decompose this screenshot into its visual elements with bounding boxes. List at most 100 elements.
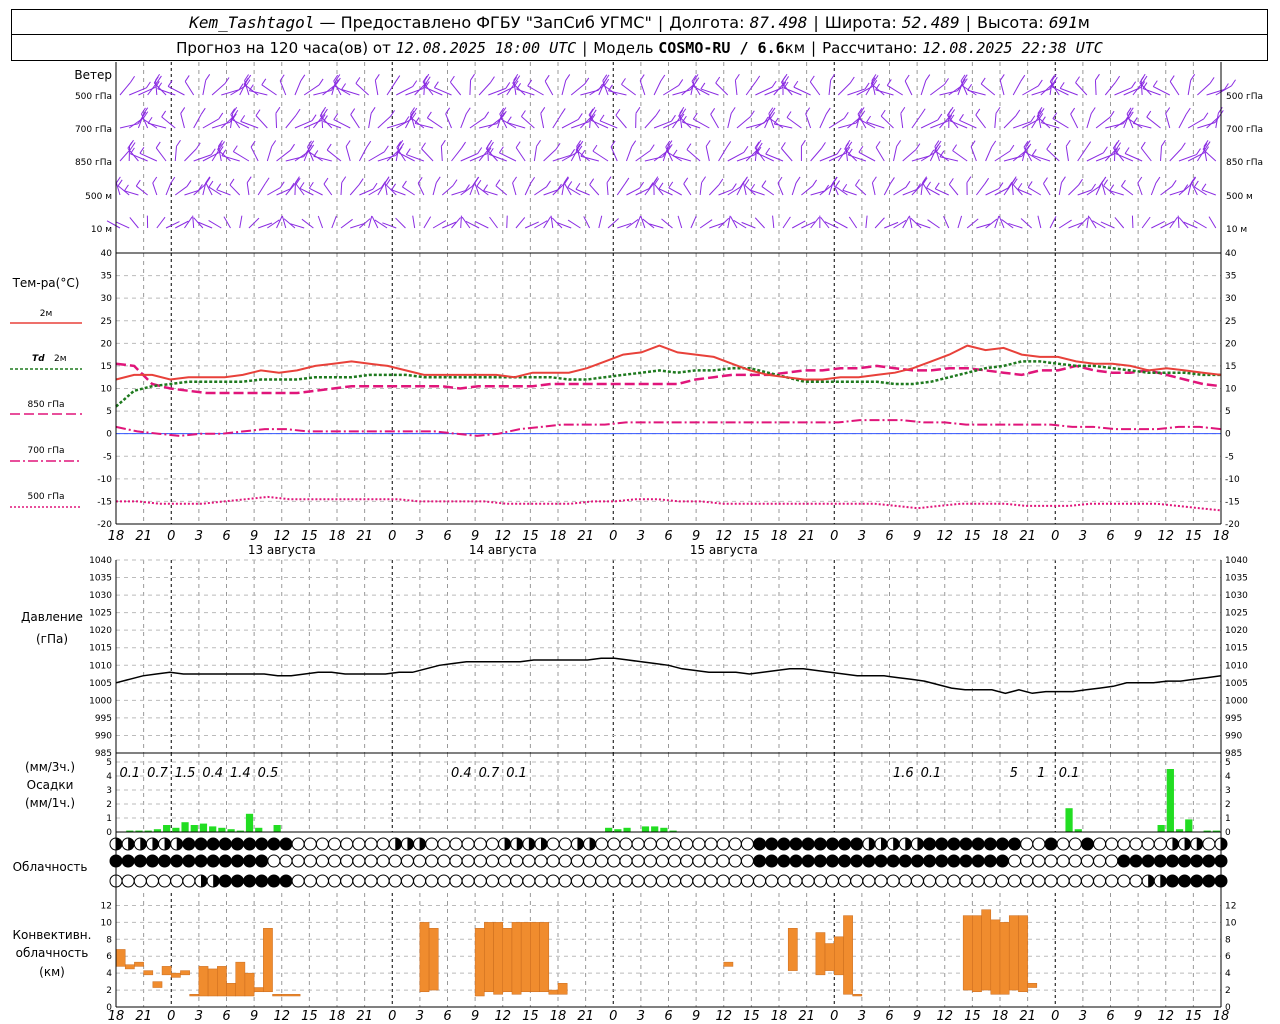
- prec-ytick-right: 4: [1225, 772, 1231, 782]
- wind-barb: [368, 113, 372, 129]
- wind-barb-feather: [370, 107, 376, 114]
- wind-barb: [1041, 122, 1060, 129]
- wind-barb: [615, 114, 627, 129]
- cloud-symbol: [886, 854, 900, 868]
- wind-barb: [589, 184, 600, 196]
- conv-bar: [474, 928, 485, 997]
- wind-barb: [1086, 215, 1090, 229]
- xtick-temp: 0: [609, 529, 617, 544]
- cloud-symbol: [971, 854, 985, 868]
- wind-barb-feather: [655, 109, 661, 116]
- cloud-symbol: [1165, 854, 1179, 868]
- wind-barb-feather: [326, 143, 332, 151]
- cloud-symbol: [947, 854, 961, 868]
- wind-barb: [809, 81, 821, 96]
- cloud-symbol: [704, 874, 718, 888]
- wind-barb-feather: [1180, 142, 1186, 150]
- cloud-symbol: [1032, 837, 1046, 851]
- wind-barb-feather: [890, 177, 895, 184]
- wind-barb: [1114, 146, 1116, 162]
- cloud-symbol: [1020, 837, 1034, 851]
- wind-barb: [736, 116, 751, 129]
- wind-barb-feather: [1132, 117, 1138, 124]
- cloud-symbol: [643, 874, 657, 888]
- pres-ytick-left: 1005: [89, 679, 112, 689]
- cloud-symbol: [680, 854, 694, 868]
- wind-barb: [1012, 80, 1022, 96]
- cloud-half: [1221, 838, 1227, 850]
- wind-barb: [828, 182, 834, 196]
- wind-barb-feather: [1043, 177, 1048, 184]
- wind-barb: [368, 215, 373, 229]
- wind-barb-feather: [461, 141, 466, 149]
- cloud-symbol: [959, 854, 973, 868]
- conv-bar: [999, 922, 1010, 995]
- cloud-half: [1172, 838, 1179, 850]
- cloud-half: [917, 838, 924, 850]
- wind-barb: [386, 122, 406, 129]
- cloud-symbol: [194, 837, 208, 851]
- wind-barb-feather: [915, 143, 921, 150]
- wind-barb: [975, 183, 986, 196]
- wind-barb-feather: [421, 142, 426, 150]
- wind-barb: [469, 182, 475, 196]
- precip-bar: [1185, 819, 1193, 832]
- xtick-bottom: 21: [356, 1009, 373, 1024]
- wind-barb: [1146, 116, 1161, 129]
- temp-ytick-right: 35: [1225, 272, 1236, 282]
- wind-barb-feather: [147, 116, 153, 124]
- conv-bar: [115, 949, 126, 967]
- wind-barb: [967, 89, 986, 96]
- wind-barb-feather: [313, 150, 319, 157]
- cloud-symbol: [546, 874, 560, 888]
- wind-barb: [499, 152, 517, 162]
- cloud-symbol: [655, 874, 669, 888]
- cloud-symbol: [1153, 854, 1167, 868]
- wind-barb: [285, 114, 297, 129]
- cloud-symbol: [303, 854, 317, 868]
- wind-barb-feather: [1140, 141, 1146, 149]
- wind-barb: [374, 80, 379, 96]
- xtick-temp: 6: [222, 529, 230, 544]
- wind-barb: [1197, 122, 1216, 129]
- xtick-bottom: 15: [1185, 1009, 1202, 1024]
- wind-barb: [745, 81, 757, 96]
- wind-barb-feather: [275, 106, 281, 114]
- wind-barb: [402, 186, 415, 196]
- wind-barb: [307, 150, 323, 162]
- wind-barb-feather: [435, 176, 441, 184]
- wind-barb: [1201, 189, 1216, 196]
- wind-barb-feather: [1075, 76, 1080, 83]
- cloud-symbol: [328, 837, 342, 851]
- xtick-temp: 18: [1213, 529, 1230, 544]
- cloud-symbol: [206, 854, 220, 868]
- cloud-symbol: [704, 837, 718, 851]
- xtick-temp: 18: [992, 529, 1009, 544]
- wind-barb: [221, 89, 240, 96]
- cloud-symbol: [838, 837, 852, 851]
- cloud-symbol: [570, 854, 584, 868]
- wind-barb: [551, 217, 563, 229]
- wind-barb-feather: [366, 140, 372, 148]
- cloud-symbol: [485, 837, 499, 851]
- pres-ytick-right: 990: [1225, 731, 1242, 741]
- conv-bar: [124, 964, 135, 970]
- wind-barb-feather: [871, 176, 877, 184]
- wind-barb-feather: [577, 113, 583, 120]
- wind-barb-feather: [521, 110, 526, 117]
- wind-barb: [377, 115, 391, 129]
- xtick-temp: 21: [356, 529, 373, 544]
- wind-barb-feather: [726, 141, 732, 148]
- wind-barb: [575, 188, 590, 196]
- cloud-symbol: [1129, 854, 1143, 868]
- wind-barb: [1197, 82, 1211, 96]
- cloud-symbol: [546, 837, 560, 851]
- xtick-bottom: 6: [1106, 1009, 1114, 1024]
- cloud-symbol: [158, 854, 172, 868]
- cloud-symbol: [485, 854, 499, 868]
- wind-barb: [156, 216, 166, 229]
- cloud-symbol: [218, 837, 232, 851]
- cloud-symbol: [595, 837, 609, 851]
- cloud-symbol: [728, 874, 742, 888]
- xtick-temp: 12: [494, 529, 511, 544]
